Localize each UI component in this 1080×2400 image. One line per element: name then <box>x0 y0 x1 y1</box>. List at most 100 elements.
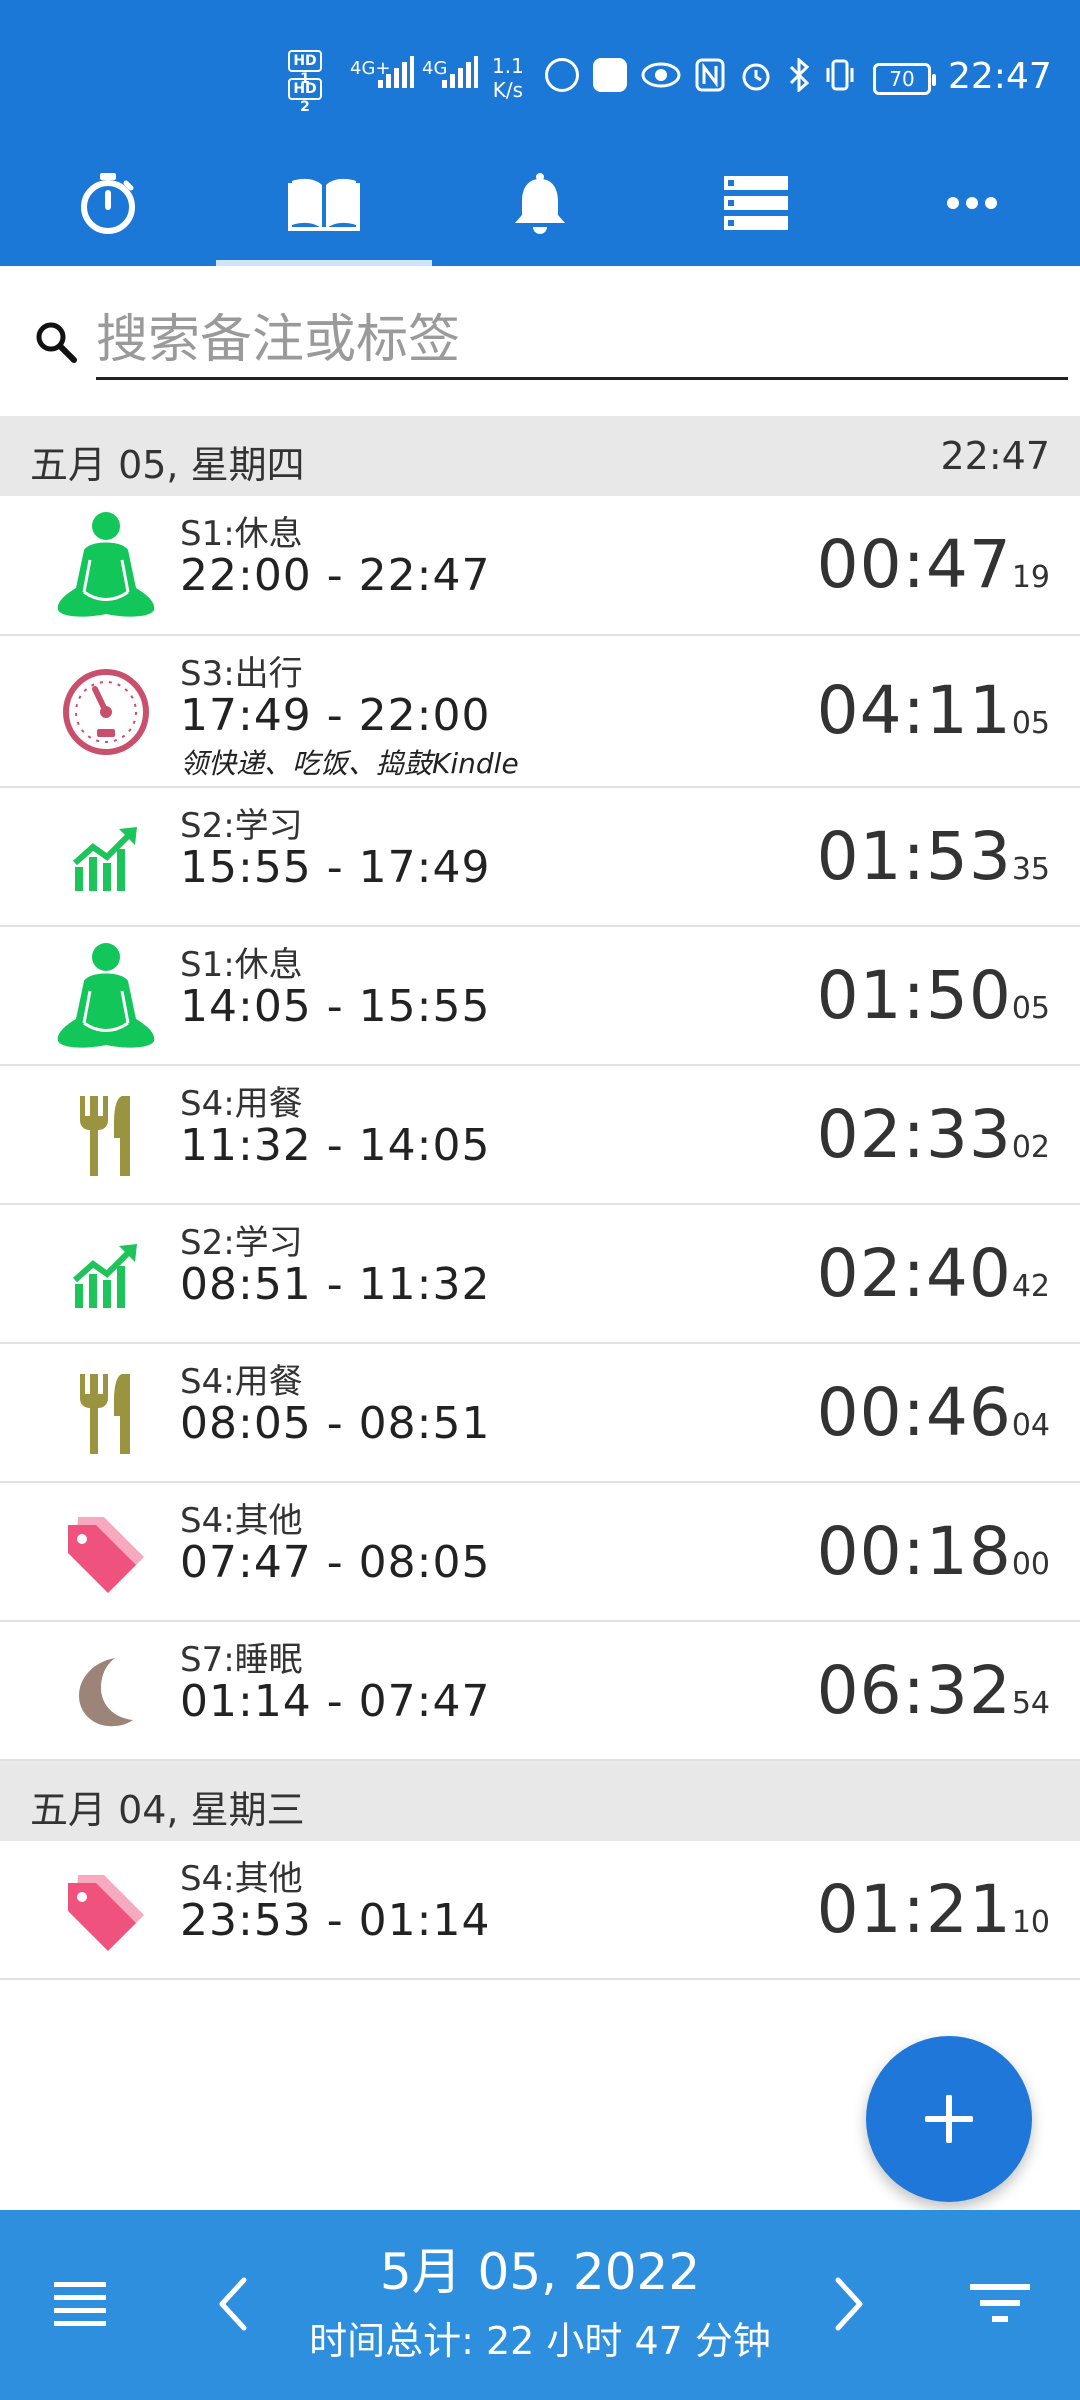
duration-hm: 02:33 <box>816 1096 1012 1173</box>
list-item[interactable]: S4:用餐 08:05 - 08:51 00:4604 <box>0 1344 1080 1483</box>
tag-icon <box>50 1855 162 1967</box>
entry-duration: 01:5335 <box>817 818 1050 895</box>
bluetooth-icon <box>789 58 810 92</box>
list-item[interactable]: S2:学习 08:51 - 11:32 02:4042 <box>0 1205 1080 1344</box>
growth-chart-icon <box>50 1219 162 1331</box>
list-item[interactable]: S4:其他 07:47 - 08:05 00:1800 <box>0 1483 1080 1622</box>
menu-button[interactable] <box>30 2254 130 2354</box>
entry-duration: 00:1800 <box>817 1513 1050 1590</box>
book-icon <box>288 178 360 231</box>
entry-category: S2:学习 <box>180 806 303 846</box>
tag-icon <box>50 1497 162 1609</box>
duration-hm: 00:47 <box>816 526 1012 603</box>
duration-seconds: 42 <box>1011 1269 1050 1304</box>
search-bar <box>0 266 1080 416</box>
duration-seconds: 04 <box>1011 1408 1050 1443</box>
entry-category: S3:出行 <box>180 654 303 694</box>
entry-duration: 00:4604 <box>817 1374 1050 1451</box>
growth-chart-icon <box>50 802 162 914</box>
entry-duration: 01:5005 <box>817 957 1050 1034</box>
day-label: 五月 05, 星期四 <box>30 443 305 487</box>
duration-seconds: 35 <box>1011 852 1050 887</box>
day-label: 五月 04, 星期三 <box>30 1788 305 1832</box>
list-item[interactable]: S1:休息 22:00 - 22:47 00:4719 <box>0 496 1080 636</box>
duration-seconds: 05 <box>1011 991 1050 1026</box>
tab-log[interactable] <box>216 140 432 266</box>
duration-seconds: 10 <box>1011 1905 1050 1940</box>
meditation-icon <box>50 941 162 1053</box>
list-item[interactable]: S7:睡眠 01:14 - 07:47 06:3254 <box>0 1622 1080 1761</box>
plus-icon <box>925 2095 973 2143</box>
day-header: 五月 05, 星期四 22:47 <box>0 416 1080 496</box>
total-time: 时间总计: 22 小时 47 分钟 <box>309 2319 771 2363</box>
entry-time-range: 15:55 - 17:49 <box>180 842 491 893</box>
duration-seconds: 00 <box>1011 1547 1050 1582</box>
duration-seconds: 19 <box>1011 560 1050 595</box>
search-input[interactable] <box>96 302 1068 380</box>
list-item[interactable]: S4:用餐 11:32 - 14:05 02:3302 <box>0 1066 1080 1205</box>
check-clock-icon <box>545 58 579 92</box>
duration-hm: 00:18 <box>816 1513 1012 1590</box>
entry-time-range: 23:53 - 01:14 <box>180 1895 491 1946</box>
fork-knife-icon <box>50 1358 162 1470</box>
app-bar: HD 1 HD 2 4G+ 4G 1.1 K/s 70 22:47 <box>0 0 1080 266</box>
net-speed-value: 1.1 <box>492 54 524 78</box>
net-speed: 1.1 K/s <box>492 54 524 102</box>
meditation-icon <box>50 510 162 622</box>
status-bar: HD 1 HD 2 4G+ 4G 1.1 K/s 70 22:47 <box>0 0 1080 140</box>
alarm-icon <box>742 63 770 91</box>
entry-time-range: 08:05 - 08:51 <box>180 1398 491 1449</box>
entry-category: S1:休息 <box>180 945 303 985</box>
day-time: 22:47 <box>940 434 1050 478</box>
filter-icon <box>970 2284 1030 2322</box>
entry-category: S4:用餐 <box>180 1084 303 1124</box>
battery-indicator: 70 <box>873 63 936 95</box>
current-date[interactable]: 5月 05, 2022 <box>240 2232 840 2304</box>
stopwatch-icon <box>81 173 135 234</box>
entry-time-range: 17:49 - 22:00 <box>180 690 491 741</box>
duration-hm: 01:21 <box>816 1871 1012 1948</box>
tab-reminders[interactable] <box>432 140 648 266</box>
duration-hm: 06:32 <box>816 1652 1012 1729</box>
entry-duration: 02:3302 <box>817 1096 1050 1173</box>
tab-categories[interactable] <box>648 140 864 266</box>
menu-lines-icon <box>54 2282 106 2326</box>
nfc-icon <box>695 58 725 92</box>
signal-2-icon <box>442 56 478 88</box>
chevron-right-icon <box>835 2277 863 2331</box>
duration-hm: 04:11 <box>816 672 1012 749</box>
list-icon <box>724 176 788 230</box>
entry-duration: 00:4719 <box>817 526 1050 603</box>
app-notification-icon <box>593 58 627 92</box>
list-item[interactable]: S2:学习 15:55 - 17:49 01:5335 <box>0 788 1080 927</box>
speedometer-icon <box>50 656 162 768</box>
entry-time-range: 14:05 - 15:55 <box>180 981 491 1032</box>
entry-time-range: 11:32 - 14:05 <box>180 1120 491 1171</box>
next-day-button[interactable] <box>800 2254 900 2354</box>
entry-category: S4:用餐 <box>180 1362 303 1402</box>
hd1-badge: HD 1 <box>288 50 322 87</box>
vibrate-icon <box>826 59 854 91</box>
eye-icon <box>641 62 681 88</box>
status-icons <box>545 58 855 92</box>
tab-more[interactable] <box>864 140 1080 266</box>
net-speed-unit: K/s <box>492 78 524 102</box>
filter-button[interactable] <box>950 2254 1050 2354</box>
entry-category: S2:学习 <box>180 1223 303 1263</box>
entry-time-range: 07:47 - 08:05 <box>180 1537 491 1588</box>
entry-category: S1:休息 <box>180 514 303 554</box>
entry-duration: 01:2110 <box>817 1871 1050 1948</box>
bottom-bar: 5月 05, 2022 时间总计: 22 小时 47 分钟 <box>0 2210 1080 2400</box>
list-item[interactable]: S3:出行 17:49 - 22:00 领快递、吃饭、捣鼓Kindle 04:1… <box>0 636 1080 788</box>
signal-1-icon <box>378 56 414 88</box>
duration-hm: 01:53 <box>816 818 1012 895</box>
tab-timer[interactable] <box>0 140 216 266</box>
status-time: 22:47 <box>948 56 1052 97</box>
fork-knife-icon <box>50 1080 162 1192</box>
list-item[interactable]: S1:休息 14:05 - 15:55 01:5005 <box>0 927 1080 1066</box>
list-item[interactable]: S4:其他 23:53 - 01:14 01:2110 <box>0 1841 1080 1980</box>
add-entry-button[interactable] <box>866 2036 1032 2202</box>
entry-duration: 02:4042 <box>817 1235 1050 1312</box>
duration-seconds: 02 <box>1011 1130 1050 1165</box>
search-icon[interactable] <box>34 320 78 364</box>
